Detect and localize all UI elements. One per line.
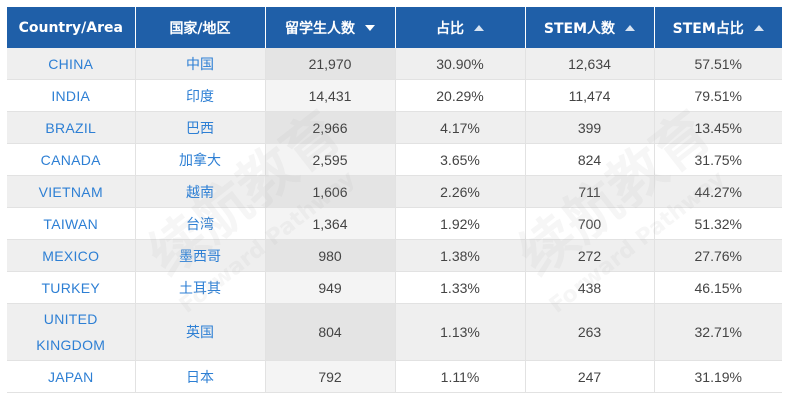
cell-share: 1.92% <box>395 207 526 240</box>
cell-students: 949 <box>265 271 396 304</box>
table-row: UNITED KINGDOM 英国 804 1.13% 263 32.71% <box>7 303 782 361</box>
cell-stem: 824 <box>525 143 655 176</box>
cell-country[interactable]: TAIWAN <box>7 207 136 240</box>
cell-country[interactable]: BRAZIL <box>7 111 136 144</box>
column-header-cn-name[interactable]: 国家/地区 <box>135 7 266 48</box>
cell-students: 804 <box>265 303 396 361</box>
cell-stem-share: 32.71% <box>654 303 782 361</box>
table-row: VIETNAM 越南 1,606 2.26% 711 44.27% <box>7 175 782 208</box>
cell-share: 4.17% <box>395 111 526 144</box>
cell-cn[interactable]: 土耳其 <box>135 271 266 304</box>
cell-cn[interactable]: 越南 <box>135 175 266 208</box>
cell-stem-share: 27.76% <box>654 239 782 272</box>
sort-asc-icon <box>474 24 484 31</box>
cell-country[interactable]: CANADA <box>7 143 136 176</box>
cell-stem-share: 31.19% <box>654 360 782 393</box>
cell-cn[interactable]: 英国 <box>135 303 266 361</box>
cell-country[interactable]: MEXICO <box>7 239 136 272</box>
table-row: BRAZIL 巴西 2,966 4.17% 399 13.45% <box>7 111 782 144</box>
cell-students: 14,431 <box>265 79 396 112</box>
sort-asc-icon <box>753 24 764 31</box>
cell-country[interactable]: INDIA <box>7 79 136 112</box>
column-header-stem-share[interactable]: STEM占比 <box>654 7 782 48</box>
cell-country[interactable]: JAPAN <box>7 360 136 393</box>
column-header-share[interactable]: 占比 <box>395 7 526 48</box>
cell-stem: 399 <box>525 111 655 144</box>
cell-stem-share: 79.51% <box>654 79 782 112</box>
cell-stem: 711 <box>525 175 655 208</box>
cell-stem-share: 57.51% <box>654 48 782 80</box>
table-row: CHINA 中国 21,970 30.90% 12,634 57.51% <box>7 48 782 80</box>
cell-country[interactable]: UNITED KINGDOM <box>7 303 136 361</box>
cell-share: 3.65% <box>395 143 526 176</box>
cell-stem: 247 <box>525 360 655 393</box>
cell-cn[interactable]: 巴西 <box>135 111 266 144</box>
cell-share: 2.26% <box>395 175 526 208</box>
table-row: JAPAN 日本 792 1.11% 247 31.19% <box>7 360 782 393</box>
cell-students: 21,970 <box>265 48 396 80</box>
table-row: MEXICO 墨西哥 980 1.38% 272 27.76% <box>7 239 782 272</box>
cell-stem: 700 <box>525 207 655 240</box>
cell-students: 1,606 <box>265 175 396 208</box>
cell-cn[interactable]: 加拿大 <box>135 143 266 176</box>
cell-stem: 11,474 <box>525 79 655 112</box>
table-row: TAIWAN 台湾 1,364 1.92% 700 51.32% <box>7 207 782 240</box>
cell-stem-share: 44.27% <box>654 175 782 208</box>
cell-share: 1.13% <box>395 303 526 361</box>
cell-stem-share: 31.75% <box>654 143 782 176</box>
cell-share: 20.29% <box>395 79 526 112</box>
cell-cn[interactable]: 墨西哥 <box>135 239 266 272</box>
cell-students: 792 <box>265 360 396 393</box>
cell-students: 980 <box>265 239 396 272</box>
table-row: CANADA 加拿大 2,595 3.65% 824 31.75% <box>7 143 782 176</box>
data-table-container: Country/Area 国家/地区 留学生人数 占比 STEM人数 STEM占… <box>7 7 782 393</box>
cell-country[interactable]: CHINA <box>7 48 136 80</box>
column-header-students[interactable]: 留学生人数 <box>265 7 396 48</box>
cell-stem-share: 46.15% <box>654 271 782 304</box>
cell-country[interactable]: TURKEY <box>7 271 136 304</box>
cell-stem: 438 <box>525 271 655 304</box>
cell-stem-share: 13.45% <box>654 111 782 144</box>
table-row: TURKEY 土耳其 949 1.33% 438 46.15% <box>7 271 782 304</box>
table-header-row: Country/Area 国家/地区 留学生人数 占比 STEM人数 STEM占… <box>7 7 782 48</box>
cell-share: 1.11% <box>395 360 526 393</box>
column-header-country[interactable]: Country/Area <box>7 7 136 48</box>
cell-cn[interactable]: 中国 <box>135 48 266 80</box>
cell-students: 2,966 <box>265 111 396 144</box>
sort-desc-icon <box>365 24 375 31</box>
table-body: CHINA 中国 21,970 30.90% 12,634 57.51% INDIA 印度 14… <box>7 48 782 393</box>
cell-cn[interactable]: 印度 <box>135 79 266 112</box>
cell-cn[interactable]: 台湾 <box>135 207 266 240</box>
cell-stem: 272 <box>525 239 655 272</box>
cell-stem: 263 <box>525 303 655 361</box>
student-stats-table: Country/Area 国家/地区 留学生人数 占比 STEM人数 STEM占… <box>7 7 782 393</box>
cell-stem-share: 51.32% <box>654 207 782 240</box>
sort-asc-icon <box>625 24 636 31</box>
cell-stem: 12,634 <box>525 48 655 80</box>
cell-country[interactable]: VIETNAM <box>7 175 136 208</box>
cell-share: 1.33% <box>395 271 526 304</box>
cell-cn[interactable]: 日本 <box>135 360 266 393</box>
cell-students: 2,595 <box>265 143 396 176</box>
column-header-stem[interactable]: STEM人数 <box>525 7 655 48</box>
cell-share: 1.38% <box>395 239 526 272</box>
cell-share: 30.90% <box>395 48 526 80</box>
cell-students: 1,364 <box>265 207 396 240</box>
table-row: INDIA 印度 14,431 20.29% 11,474 79.51% <box>7 79 782 112</box>
